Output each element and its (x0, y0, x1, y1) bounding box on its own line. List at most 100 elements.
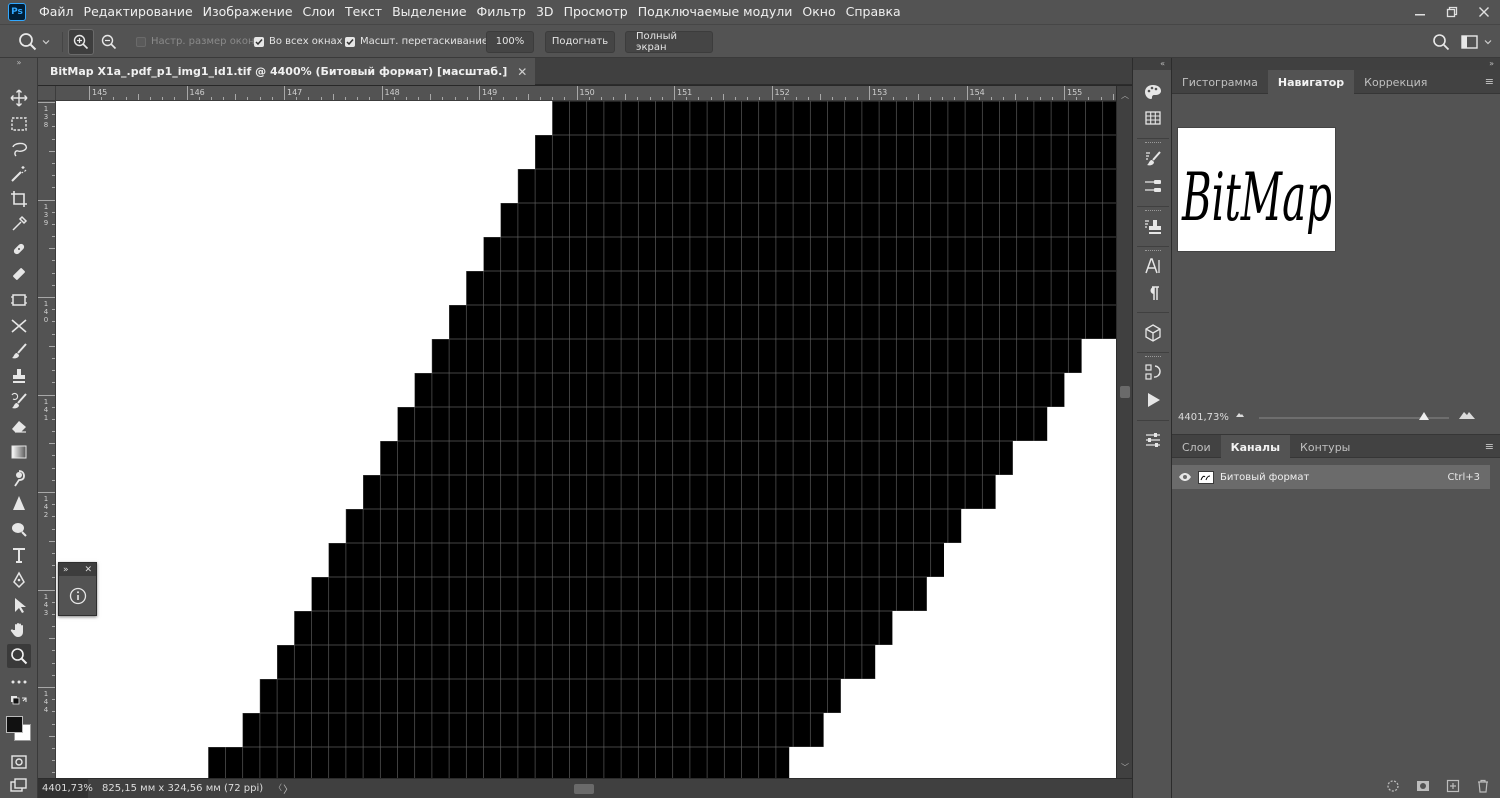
navigator-zoom-field[interactable]: 4401,73% (1178, 412, 1229, 423)
horizontal-scrollbar[interactable]: 〈 (274, 782, 1114, 796)
ruler-origin[interactable] (38, 86, 56, 101)
fill-screen-button[interactable]: Полный экран (625, 30, 713, 53)
menu-view[interactable]: Просмотр (559, 0, 633, 24)
panel-menu-icon[interactable]: ≡ (1485, 440, 1494, 453)
move-tool[interactable] (7, 86, 31, 110)
tab-paths[interactable]: Контуры (1290, 435, 1360, 459)
scroll-left-icon[interactable]: 〈 (274, 782, 282, 793)
dock-grip[interactable] (1145, 250, 1161, 253)
dodge-tool[interactable] (7, 517, 31, 541)
all-windows-checkbox[interactable] (254, 36, 264, 47)
rectangular-marquee-tool[interactable] (7, 112, 31, 136)
3d-panel-button[interactable] (1141, 321, 1165, 345)
blur-tool[interactable] (7, 466, 31, 490)
scrubby-zoom-option[interactable]: Масшт. перетаскиванием (345, 25, 496, 58)
spot-healing-brush-tool[interactable] (7, 237, 31, 261)
resize-windows-option[interactable]: Настр. размер окон (136, 25, 255, 58)
save-selection-button[interactable] (1416, 779, 1430, 793)
menu-window[interactable]: Окно (797, 0, 840, 24)
properties-panel-button[interactable] (1141, 428, 1165, 452)
brush-settings-button[interactable] (1141, 147, 1165, 171)
pen-tool[interactable] (7, 568, 31, 592)
sharpen-tool[interactable] (7, 491, 31, 515)
channel-row[interactable]: Битовый формат Ctrl+3 (1172, 465, 1490, 489)
menu-image[interactable]: Изображение (198, 0, 298, 24)
path-selection-tool[interactable] (7, 593, 31, 617)
menu-select[interactable]: Выделение (387, 0, 471, 24)
vertical-scroll-thumb[interactable] (1120, 386, 1130, 398)
vertical-ruler[interactable]: 138 139 140 141 142 143 144 (38, 101, 56, 778)
close-panel-icon[interactable]: ✕ (84, 565, 92, 575)
menu-help[interactable]: Справка (841, 0, 906, 24)
dock-grip[interactable] (1145, 356, 1161, 359)
menu-plugins[interactable]: Подключаемые модули (633, 0, 798, 24)
clone-stamp-tool[interactable] (7, 364, 31, 388)
new-channel-button[interactable] (1446, 779, 1460, 793)
panels-collapse-icon[interactable]: » (1172, 58, 1500, 70)
zoom-tool[interactable] (7, 644, 31, 668)
magic-wand-tool[interactable] (7, 162, 31, 186)
screen-mode-button[interactable] (7, 774, 31, 798)
gradient-tool[interactable] (7, 440, 31, 464)
horizontal-scroll-thumb[interactable] (574, 784, 594, 794)
visibility-toggle[interactable] (1175, 472, 1195, 482)
clone-source-button[interactable] (1141, 215, 1165, 239)
eyedropper-tool[interactable] (7, 212, 31, 236)
menu-edit[interactable]: Редактирование (79, 0, 198, 24)
scroll-up-icon[interactable]: ︿ (1117, 90, 1133, 102)
close-tab-icon[interactable]: ✕ (517, 65, 527, 79)
color-swatches[interactable] (5, 715, 33, 743)
tab-channels[interactable]: Каналы (1220, 435, 1291, 459)
zoom-in-mountain-icon[interactable] (1458, 408, 1476, 420)
document-tab[interactable]: BitMap X1a_.pdf_p1_img1_id1.tif @ 4400% … (38, 58, 536, 85)
zoom-tool-preset[interactable] (18, 25, 50, 58)
menu-file[interactable]: Файл (34, 0, 79, 24)
navigator-slider-thumb[interactable] (1419, 412, 1430, 420)
zoom-in-button[interactable] (68, 28, 94, 55)
all-windows-option[interactable]: Во всех окнах (254, 25, 343, 58)
hand-tool[interactable] (7, 618, 31, 642)
content-aware-move-tool[interactable] (7, 314, 31, 338)
fit-screen-button[interactable]: Подогнать (545, 30, 615, 53)
expand-panel-icon[interactable]: » (63, 565, 69, 575)
zoom-out-button[interactable] (96, 29, 122, 55)
scrubby-zoom-checkbox[interactable] (345, 36, 355, 47)
resize-windows-checkbox[interactable] (136, 36, 146, 47)
restore-button[interactable] (1436, 0, 1468, 24)
search-button[interactable] (1432, 25, 1450, 58)
horizontal-ruler[interactable]: 145 146 147 148 149 150 151 152 153 154 155 (56, 86, 1116, 101)
scroll-down-icon[interactable]: ﹀ (1117, 762, 1133, 774)
lasso-tool[interactable] (7, 137, 31, 161)
menu-type[interactable]: Текст (340, 0, 387, 24)
dock-grip[interactable] (1145, 142, 1161, 145)
brush-tool-alt[interactable] (7, 262, 31, 286)
panel-menu-icon[interactable]: ≡ (1485, 75, 1494, 88)
workspace-button[interactable] (1461, 25, 1492, 58)
tab-histogram[interactable]: Гистограмма (1172, 70, 1268, 94)
history-panel-button[interactable] (1141, 360, 1165, 384)
info-panel-header[interactable]: » ✕ (59, 563, 96, 576)
menu-layers[interactable]: Слои (298, 0, 341, 24)
brushes-panel-button[interactable] (1141, 174, 1165, 198)
tab-navigator[interactable]: Навигатор (1267, 70, 1355, 94)
delete-channel-button[interactable] (1476, 779, 1490, 793)
info-button[interactable] (59, 576, 96, 616)
load-selection-button[interactable] (1386, 779, 1400, 793)
navigator-thumbnail[interactable]: BitMap (1177, 127, 1336, 252)
foreground-color-swatch[interactable] (6, 716, 23, 733)
menu-3d[interactable]: 3D (531, 0, 559, 24)
paragraph-panel-button[interactable] (1141, 281, 1165, 305)
status-zoom-field[interactable]: 4401,73% (38, 778, 93, 798)
swap-colors-button[interactable] (7, 696, 31, 712)
dock-grip[interactable] (1145, 210, 1161, 213)
vertical-scrollbar[interactable]: ︿ ﹀ (1116, 86, 1132, 778)
actions-panel-button[interactable] (1141, 388, 1165, 412)
dock-collapse-icon[interactable]: « (1133, 58, 1171, 70)
document-canvas[interactable] (56, 101, 1116, 778)
frame-tool[interactable] (7, 288, 31, 312)
swatches-panel-button[interactable] (1141, 106, 1165, 130)
panel-expand-icon[interactable]: » (0, 58, 38, 68)
crop-tool[interactable] (7, 187, 31, 211)
history-brush-tool[interactable] (7, 389, 31, 413)
edit-toolbar-button[interactable] (7, 670, 31, 694)
